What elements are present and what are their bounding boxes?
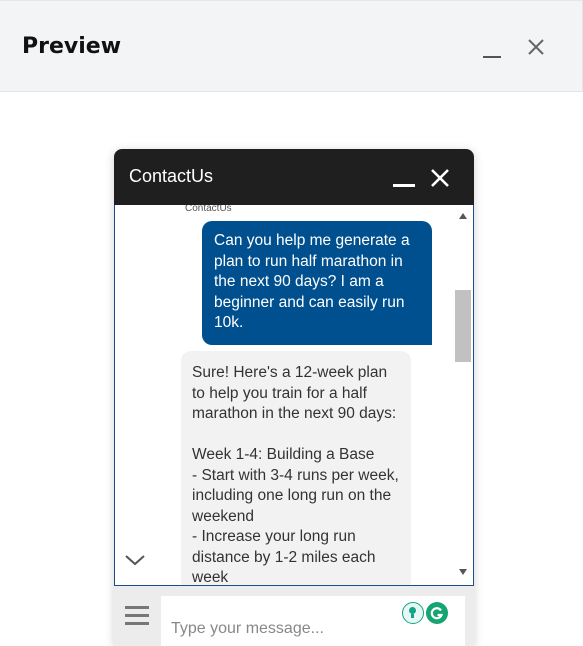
widget-close-icon[interactable] — [430, 168, 450, 188]
menu-icon[interactable] — [125, 605, 149, 625]
chevron-down-icon[interactable] — [124, 553, 146, 567]
page-header: Preview — [0, 0, 583, 92]
chat-scrollbar[interactable] — [454, 205, 473, 585]
scroll-up-arrow-icon[interactable] — [459, 213, 467, 219]
lightbulb-icon[interactable] — [402, 602, 424, 624]
user-message: Can you help me generate a plan to run h… — [202, 221, 432, 345]
close-icon[interactable] — [527, 38, 545, 56]
widget-minimize-icon[interactable] — [393, 167, 415, 189]
minimize-icon[interactable] — [482, 43, 502, 63]
chat-widget-title: ContactUs — [129, 166, 214, 186]
scrollbar-thumb[interactable] — [455, 290, 471, 362]
grammarly-icon[interactable] — [426, 602, 448, 624]
scroll-down-arrow-icon[interactable] — [459, 569, 467, 575]
bot-message: Sure! Here's a 12-week plan to help you … — [181, 351, 411, 585]
chat-messages[interactable]: ContactUs Can you help me generate a pla… — [114, 205, 474, 586]
chat-widget-header: ContactUs — [114, 149, 474, 205]
page-title: Preview — [22, 34, 122, 59]
chat-widget: ContactUs ContactUs Can you help me gene… — [114, 149, 474, 646]
sender-label: ContactUs — [185, 205, 232, 214]
